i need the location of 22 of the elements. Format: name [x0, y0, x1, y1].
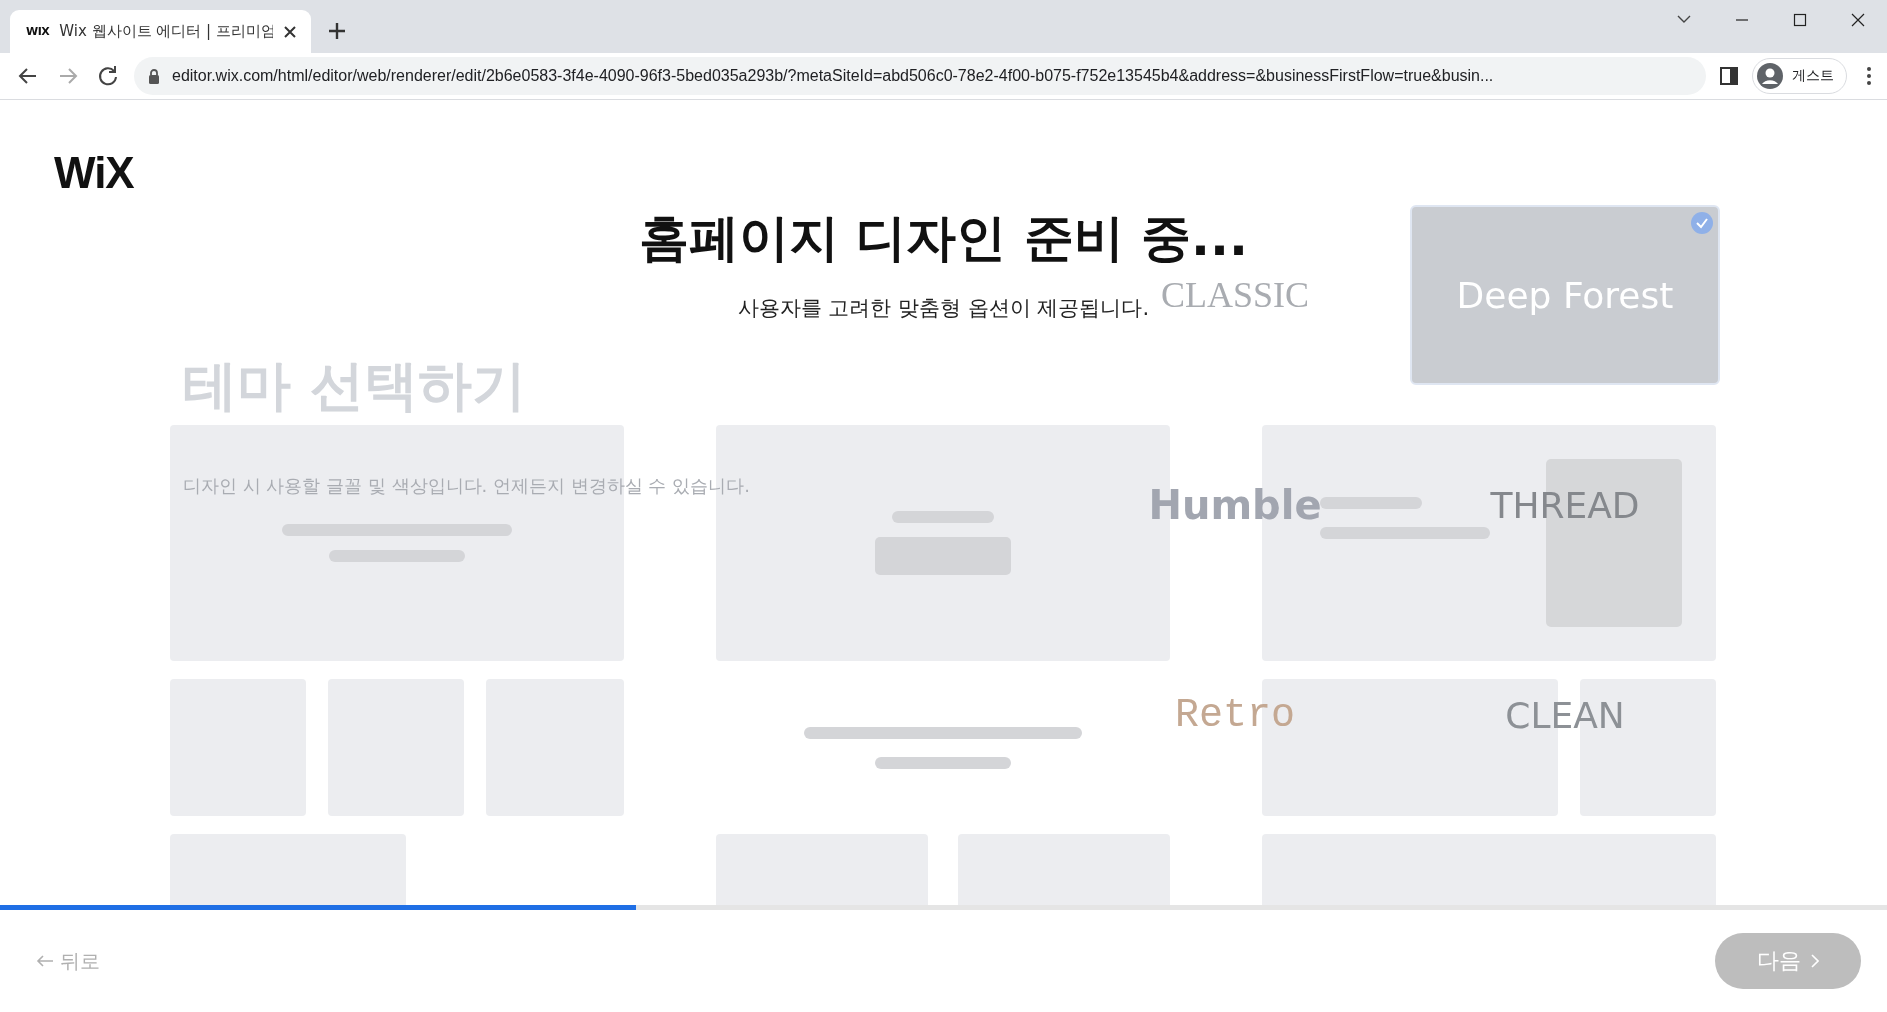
next-button[interactable]: 다음: [1715, 933, 1861, 989]
url-text: editor.wix.com/html/editor/web/renderer/edit/2b6e0583-3f4e-4090-96f3-5bed035a293b/?metaSiteId=abd506c0-78e2-4f00-b075-f752e13545b4&address=&businessFirstFlow=true&busin...: [172, 67, 1494, 85]
page-description: 디자인 시 사용할 글꼴 및 색상입니다. 언제든지 변경하실 수 있습니다.: [183, 474, 750, 498]
theme-option[interactable]: THREAD: [1482, 480, 1648, 530]
browser-tab[interactable]: WIX Wix 웹사이트 에디터 | 프리미엄: [10, 10, 311, 53]
tab-title: Wix 웹사이트 에디터 | 프리미엄: [59, 22, 273, 41]
theme-option[interactable]: CLEAN: [1497, 690, 1633, 740]
back-arrow-icon: [36, 954, 54, 968]
check-icon: [1690, 211, 1714, 235]
theme-option[interactable]: Retro: [1167, 688, 1303, 742]
chevron-right-icon: [1811, 954, 1819, 968]
lock-icon: [148, 68, 160, 84]
favicon: WIX: [26, 25, 50, 38]
close-icon[interactable]: [283, 24, 297, 39]
loading-subtitle: 사용자를 고려한 맞춤형 옵션이 제공됩니다.: [737, 295, 1150, 322]
theme-option[interactable]: Humble: [1140, 478, 1330, 532]
address-bar[interactable]: editor.wix.com/html/editor/web/renderer/edit/2b6e0583-3f4e-4090-96f3-5bed035a293b/?metaSiteId=abd506c0-78e2-4f00-b075-f752e13545b4&address=&businessFirstFlow=true&busin...: [134, 57, 1706, 95]
back-button[interactable]: 뒤로: [30, 946, 106, 976]
wix-logo: WiX: [54, 148, 134, 198]
avatar-icon: [1756, 62, 1784, 90]
theme-option[interactable]: CLASSIC: [1152, 270, 1317, 320]
side-panel-icon[interactable]: [1718, 65, 1740, 87]
